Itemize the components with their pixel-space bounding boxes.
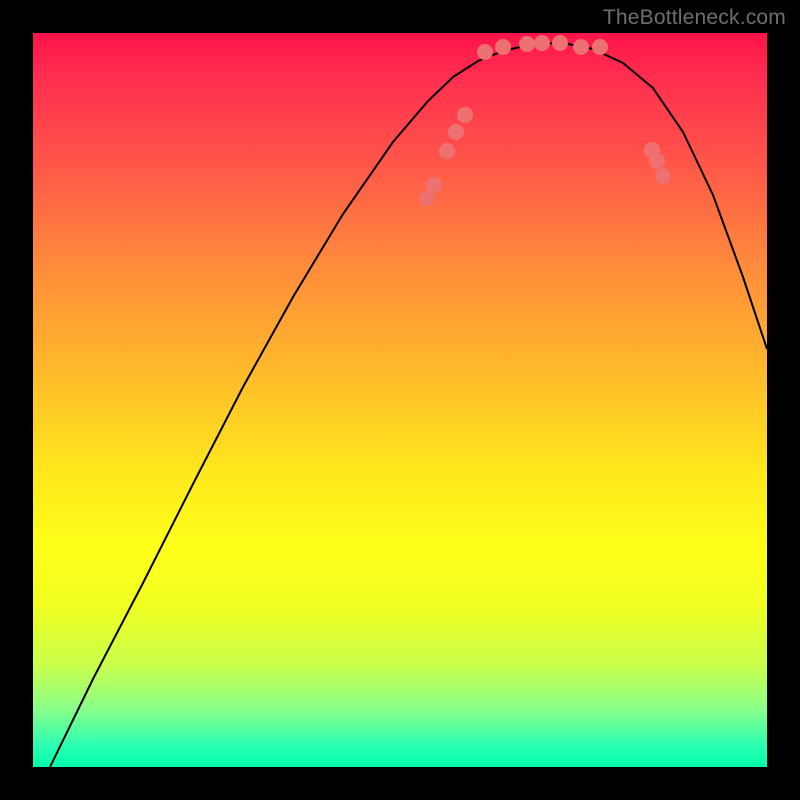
- marker-dot: [649, 153, 665, 169]
- marker-dot: [477, 44, 493, 60]
- marker-dot: [457, 107, 473, 123]
- marker-dot: [655, 168, 671, 184]
- watermark-text: TheBottleneck.com: [603, 6, 786, 30]
- marker-dot: [426, 177, 442, 193]
- marker-group: [419, 35, 671, 206]
- marker-dot: [495, 39, 511, 55]
- marker-dot: [592, 39, 608, 55]
- marker-dot: [552, 35, 568, 51]
- marker-dot: [573, 39, 589, 55]
- marker-dot: [439, 143, 455, 159]
- marker-dot: [519, 36, 535, 52]
- bottleneck-chart: [33, 33, 767, 767]
- marker-dot: [534, 35, 550, 51]
- marker-dot: [448, 124, 464, 140]
